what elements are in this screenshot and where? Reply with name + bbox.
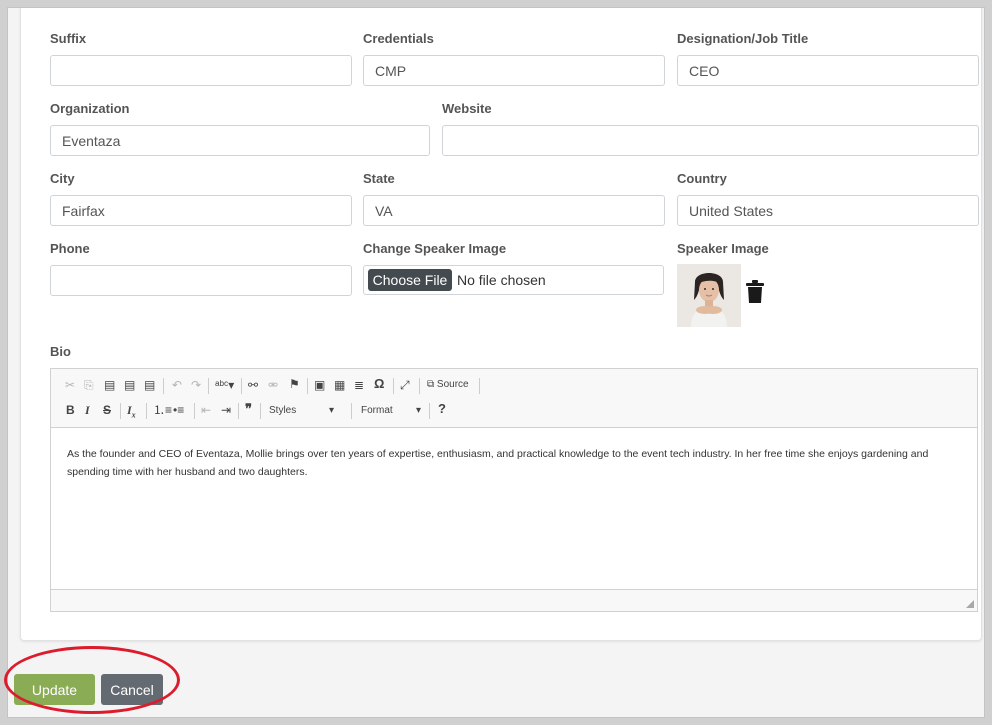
styles-label: Styles: [269, 405, 297, 416]
toolbar-separator: [238, 403, 239, 419]
speaker-image-label: Speaker Image: [677, 241, 769, 256]
help-button[interactable]: ?: [438, 402, 446, 418]
speaker-photo: [677, 264, 741, 327]
country-input[interactable]: [677, 195, 979, 226]
designation-input[interactable]: [677, 55, 979, 86]
toolbar-separator: [419, 378, 420, 394]
speaker-avatar: [677, 264, 741, 327]
blockquote-icon[interactable]: ❞: [245, 402, 252, 418]
indent-icon[interactable]: ⇥: [221, 403, 231, 419]
file-status-text: No file chosen: [457, 272, 546, 288]
designation-label: Designation/Job Title: [677, 31, 809, 46]
resize-handle[interactable]: [966, 600, 974, 608]
state-label: State: [363, 171, 395, 186]
toolbar-separator: [479, 378, 480, 394]
city-label: City: [50, 171, 75, 186]
paste-icon[interactable]: ▤: [104, 378, 115, 394]
unlink-icon[interactable]: ⚮: [268, 378, 278, 394]
toolbar-separator: [146, 403, 147, 419]
choose-file-button[interactable]: Choose File: [368, 269, 452, 291]
maximize-icon[interactable]: ⤢: [400, 378, 410, 394]
toolbar-separator: [194, 403, 195, 419]
editor-footer: [51, 589, 977, 611]
organization-label: Organization: [50, 101, 130, 116]
suffix-input[interactable]: [50, 55, 352, 86]
file-input[interactable]: Choose File No file chosen: [363, 265, 664, 295]
city-input[interactable]: [50, 195, 352, 226]
toolbar-separator: [393, 378, 394, 394]
country-label: Country: [677, 171, 727, 186]
toolbar-separator: [351, 403, 352, 419]
phone-label: Phone: [50, 241, 90, 256]
image-icon[interactable]: ▣: [314, 378, 325, 394]
toolbar-separator: [307, 378, 308, 394]
redo-icon[interactable]: ↷: [191, 378, 201, 394]
rich-text-editor[interactable]: ✂ ⎘ ▤ ▤ ▤ ↶ ↷ ᵃᵇᶜ▾ ⚯ ⚮ ⚑ ▣ ▦ ≣ Ω ⤢ ⧉ Sou…: [50, 368, 978, 612]
table-icon[interactable]: ▦: [334, 378, 345, 394]
italic-icon[interactable]: I: [85, 403, 90, 419]
toolbar-separator: [241, 378, 242, 394]
organization-input[interactable]: [50, 125, 430, 156]
bulleted-list-icon[interactable]: •≡: [173, 403, 184, 419]
website-label: Website: [442, 101, 492, 116]
format-label: Format: [361, 405, 393, 416]
anchor-flag-icon[interactable]: ⚑: [289, 377, 300, 393]
suffix-label: Suffix: [50, 31, 87, 46]
highlight-annotation: [4, 646, 180, 714]
link-icon[interactable]: ⚯: [248, 378, 258, 394]
horizontal-line-icon[interactable]: ≣: [354, 378, 364, 394]
toolbar-separator: [260, 403, 261, 419]
format-dropdown[interactable]: Format ▾: [361, 404, 421, 420]
strikethrough-icon[interactable]: S: [103, 403, 111, 419]
toolbar-separator: [208, 378, 209, 394]
speaker-form-card: Suffix Credentials Designation/Job Title…: [20, 8, 982, 641]
copy-icon[interactable]: ⎘: [84, 378, 94, 394]
numbered-list-icon[interactable]: ⒈≡: [153, 403, 172, 419]
state-input[interactable]: [363, 195, 665, 226]
paste-word-icon[interactable]: ▤: [144, 378, 155, 394]
credentials-input[interactable]: [363, 55, 665, 86]
bio-label: Bio: [50, 344, 71, 359]
styles-dropdown[interactable]: Styles ▾: [269, 404, 334, 420]
chevron-down-icon: ▾: [329, 405, 335, 416]
bio-text[interactable]: As the founder and CEO of Eventaza, Moll…: [67, 445, 957, 481]
cut-icon[interactable]: ✂: [65, 378, 75, 394]
source-label: Source: [436, 379, 469, 390]
spellcheck-icon[interactable]: ᵃᵇᶜ▾: [215, 378, 234, 394]
change-speaker-image-label: Change Speaker Image: [363, 241, 507, 256]
special-char-icon[interactable]: Ω: [374, 377, 384, 393]
chevron-down-icon: ▾: [416, 405, 422, 416]
toolbar-separator: [429, 403, 430, 419]
toolbar-separator: [120, 403, 121, 419]
editor-toolbar: ✂ ⎘ ▤ ▤ ▤ ↶ ↷ ᵃᵇᶜ▾ ⚯ ⚮ ⚑ ▣ ▦ ≣ Ω ⤢ ⧉ Sou…: [51, 369, 977, 428]
bold-icon[interactable]: B: [66, 403, 75, 419]
undo-icon[interactable]: ↶: [172, 378, 182, 394]
toolbar-separator: [163, 378, 164, 394]
paste-text-icon[interactable]: ▤: [124, 378, 135, 394]
website-input[interactable]: [442, 125, 979, 156]
outdent-icon[interactable]: ⇤: [201, 403, 211, 419]
source-button[interactable]: ⧉ Source: [427, 378, 469, 394]
page-frame: Suffix Credentials Designation/Job Title…: [7, 7, 985, 718]
credentials-label: Credentials: [363, 31, 434, 46]
phone-input[interactable]: [50, 265, 352, 296]
remove-format-icon[interactable]: Ix: [127, 403, 136, 419]
trash-icon[interactable]: [745, 280, 765, 304]
